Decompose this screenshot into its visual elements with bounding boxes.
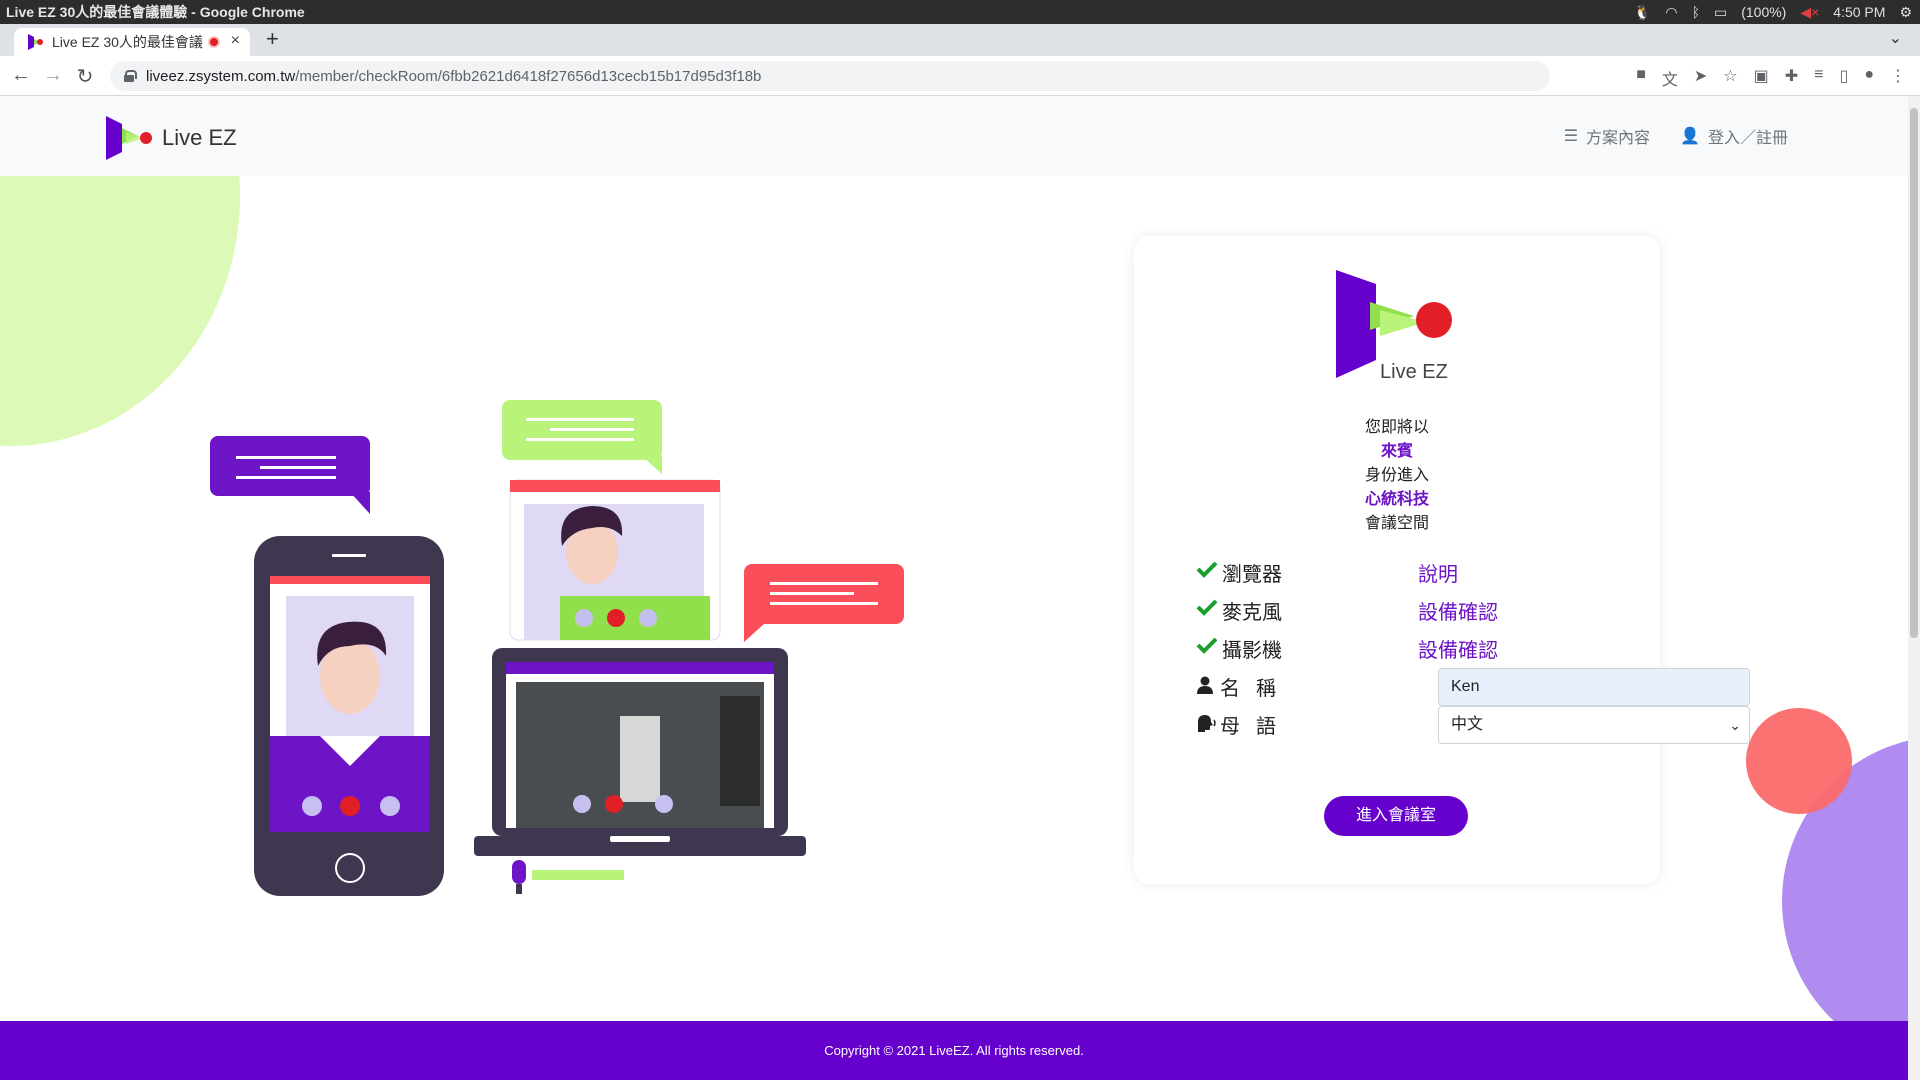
chat-bubble-purple — [210, 436, 370, 514]
decor-blob-red — [1746, 708, 1852, 814]
extension-shield-icon[interactable]: ▣ — [1754, 66, 1769, 90]
chat-bubble-green — [502, 400, 662, 474]
address-bar[interactable]: liveez.zsystem.com.tw/member/checkRoom/6… — [110, 61, 1550, 91]
name-input[interactable]: Ken — [1438, 668, 1750, 706]
language-selected-value: 中文 — [1451, 716, 1484, 733]
toolbar-icons: ■ 文 ➤ ☆ ▣ ✚ ≡ ▯ ● ⋮ — [1636, 66, 1906, 90]
main-nav: ☰ 方案內容 👤 登入／註冊 — [1564, 124, 1788, 148]
check-icon — [1196, 599, 1218, 616]
device-checks: 瀏覽器 說明 麥克風 設備確認 攝影機 設備確認 名稱 Ken 母語 中文 ⌄ — [1196, 552, 1750, 744]
new-tab-icon[interactable]: + — [266, 26, 279, 52]
kebab-menu-icon[interactable]: ⋮ — [1890, 66, 1906, 90]
check-row-camera: 攝影機 設備確認 — [1196, 628, 1616, 666]
chevron-down-icon: ⌄ — [1729, 717, 1741, 733]
enter-meeting-button[interactable]: 進入會議室 — [1324, 796, 1468, 836]
language-select[interactable]: 中文 ⌄ — [1438, 706, 1750, 744]
site-header: Live EZ ☰ 方案內容 👤 登入／註冊 — [0, 96, 1908, 176]
media-queue-icon[interactable]: ≡ — [1814, 66, 1823, 90]
speaking-head-icon — [1198, 715, 1216, 732]
sidepanel-icon[interactable]: ▯ — [1840, 66, 1849, 90]
recording-indicator-icon — [208, 36, 220, 48]
nav-login-label: 登入／註冊 — [1707, 130, 1788, 147]
chat-bubble-red — [744, 564, 904, 642]
liveez-logo-icon — [106, 116, 152, 160]
person-icon — [1197, 676, 1213, 694]
card-logo: Live EZ — [1332, 266, 1462, 391]
url-path: /member/checkRoom/6fbb2621d6418f27656d13… — [295, 67, 762, 85]
star-icon[interactable]: ☆ — [1723, 66, 1737, 90]
camera-icon[interactable]: ■ — [1636, 66, 1646, 90]
brand-link[interactable]: Live EZ — [104, 114, 237, 162]
camera-check-link[interactable]: 設備確認 — [1418, 634, 1498, 663]
battery-icon[interactable]: ▭ — [1714, 4, 1727, 21]
tab-search-chevron-icon[interactable]: ⌄ — [1889, 28, 1902, 48]
check-icon — [1196, 561, 1218, 578]
check-label-browser: 瀏覽器 — [1222, 564, 1282, 586]
card-logo-text: Live EZ — [1380, 361, 1448, 383]
lock-icon[interactable] — [124, 70, 137, 82]
wifi-icon[interactable]: ◠ — [1665, 4, 1677, 21]
bluetooth-icon[interactable]: ᛒ — [1692, 4, 1700, 20]
tab-title: Live EZ 30人的最佳會議 — [52, 34, 203, 50]
window-title: Live EZ 30人的最佳會議體驗 - Google Chrome — [6, 4, 305, 20]
check-icon — [1196, 637, 1218, 654]
page-content: Live EZ ☰ 方案內容 👤 登入／註冊 Live EZ 您即將以 來賓 身… — [0, 96, 1908, 1080]
copyright-text: Copyright © 2021 LiveEZ. All rights rese… — [824, 1043, 1084, 1058]
os-tray: 🐧 ◠ ᛒ ▭ (100%) ◀× 4:50 PM ⚙ — [1634, 0, 1912, 24]
scrollbar-thumb[interactable] — [1910, 108, 1918, 638]
language-label: 母語 — [1220, 716, 1292, 738]
site-footer: Copyright © 2021 LiveEZ. All rights rese… — [0, 1021, 1908, 1080]
translate-icon[interactable]: 文 — [1662, 66, 1678, 90]
liveez-big-logo-icon: Live EZ — [1336, 270, 1452, 383]
page-scrollbar[interactable] — [1908, 96, 1920, 1080]
mute-icon[interactable]: ◀× — [1800, 4, 1819, 21]
nav-plans[interactable]: ☰ 方案內容 — [1564, 124, 1650, 148]
nav-login[interactable]: 👤 登入／註冊 — [1680, 124, 1788, 148]
join-meeting-card: Live EZ 您即將以 來賓 身份進入 心統科技 會議空間 瀏覽器 說明 麥克… — [1134, 236, 1750, 884]
video-window-illustration — [509, 479, 721, 641]
profile-icon[interactable]: ● — [1864, 66, 1874, 90]
invite-line-3: 身份進入 — [1364, 467, 1429, 484]
puzzle-icon[interactable]: ✚ — [1785, 66, 1798, 90]
user-icon: 👤 — [1680, 128, 1700, 145]
clock[interactable]: 4:50 PM — [1833, 4, 1885, 20]
os-top-bar: Live EZ 30人的最佳會議體驗 - Google Chrome 🐧 ◠ ᛒ… — [0, 0, 1920, 24]
invite-line-5: 會議空間 — [1364, 515, 1429, 532]
tux-icon[interactable]: 🐧 — [1634, 4, 1651, 21]
check-label-camera: 攝影機 — [1222, 640, 1282, 662]
check-row-browser: 瀏覽器 說明 — [1196, 552, 1616, 590]
tab-strip: Live EZ 30人的最佳會議 × + ⌄ — [0, 24, 1920, 56]
browser-help-link[interactable]: 說明 — [1418, 558, 1458, 587]
forward-icon[interactable]: → — [40, 64, 66, 87]
invite-line-1: 您即將以 — [1364, 419, 1429, 436]
invite-message: 您即將以 來賓 身份進入 心統科技 會議空間 — [1134, 416, 1660, 536]
list-icon: ☰ — [1563, 128, 1579, 145]
name-label: 名稱 — [1220, 678, 1292, 700]
url-host: liveez.zsystem.com.tw — [146, 67, 296, 85]
name-field-row: 名稱 Ken — [1196, 666, 1750, 706]
brand-name: Live EZ — [162, 125, 237, 150]
gear-icon[interactable]: ⚙ — [1899, 4, 1912, 21]
video-call-illustration — [210, 400, 904, 896]
check-label-microphone: 麥克風 — [1222, 602, 1282, 624]
send-icon[interactable]: ➤ — [1694, 66, 1707, 90]
phone-illustration — [254, 536, 444, 896]
battery-percent: (100%) — [1741, 4, 1787, 20]
close-tab-icon[interactable]: × — [231, 32, 240, 50]
back-icon[interactable]: ← — [8, 64, 34, 87]
browser-toolbar: ← → ↻ liveez.zsystem.com.tw/member/check… — [0, 56, 1920, 96]
liveez-favicon-icon — [28, 34, 43, 50]
nav-plans-label: 方案內容 — [1586, 130, 1651, 147]
reload-icon[interactable]: ↻ — [72, 64, 98, 89]
invite-organization: 心統科技 — [1364, 491, 1429, 508]
check-row-microphone: 麥克風 設備確認 — [1196, 590, 1616, 628]
invite-role: 來賓 — [1380, 443, 1413, 460]
microphone-check-link[interactable]: 設備確認 — [1418, 596, 1498, 625]
mic-level-illustration — [512, 860, 624, 894]
language-field-row: 母語 中文 ⌄ — [1196, 704, 1750, 744]
browser-tab[interactable]: Live EZ 30人的最佳會議 × — [14, 28, 250, 56]
laptop-illustration — [474, 648, 806, 856]
